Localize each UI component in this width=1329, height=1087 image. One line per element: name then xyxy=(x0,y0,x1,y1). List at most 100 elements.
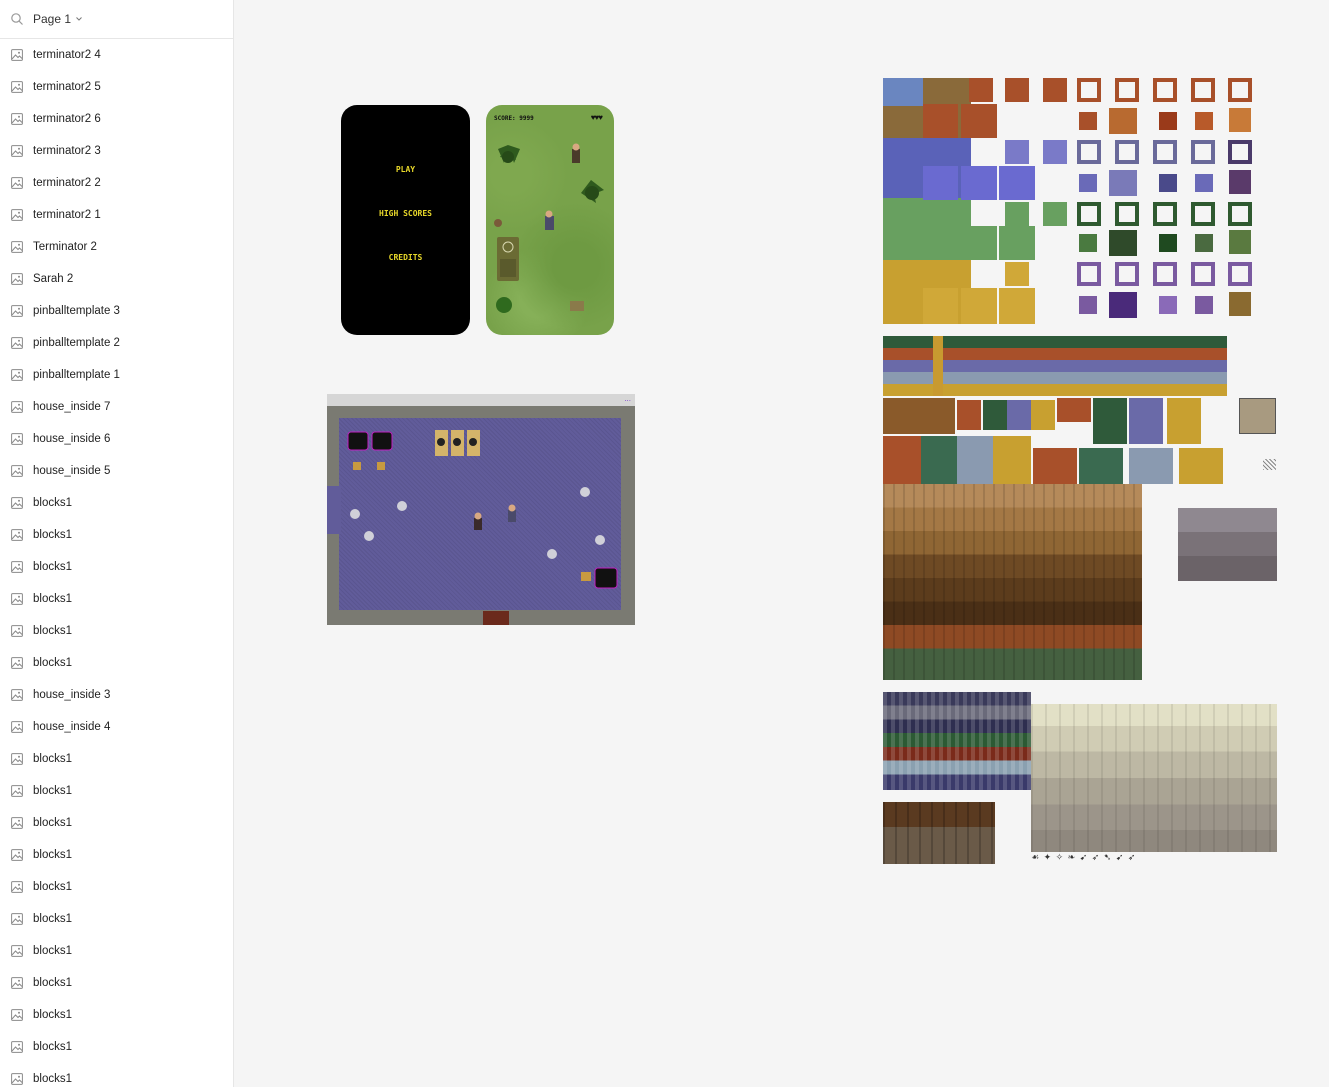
layer-name: blocks1 xyxy=(33,1073,72,1085)
image-layer-icon xyxy=(11,1073,23,1085)
layer-item[interactable]: pinballtemplate 1 xyxy=(0,359,233,391)
layer-item[interactable]: blocks1 xyxy=(0,775,233,807)
layer-item[interactable]: blocks1 xyxy=(0,935,233,967)
tileset-wood-floors[interactable] xyxy=(883,484,1142,680)
layer-name: terminator2 2 xyxy=(33,177,101,189)
layer-item[interactable]: blocks1 xyxy=(0,839,233,871)
menu-screen-frame[interactable]: PLAY HIGH SCORES CREDITS xyxy=(341,105,470,335)
image-layer-icon xyxy=(11,913,23,925)
layer-item[interactable]: pinballtemplate 2 xyxy=(0,327,233,359)
layer-item[interactable]: house_inside 7 xyxy=(0,391,233,423)
image-layer-icon xyxy=(11,433,23,445)
layer-item[interactable]: blocks1 xyxy=(0,967,233,999)
image-layer-icon xyxy=(11,977,23,989)
image-layer-icon xyxy=(11,49,23,61)
layer-item[interactable]: terminator2 2 xyxy=(0,167,233,199)
tileset-frames-grid[interactable] xyxy=(883,78,1253,324)
player-sprite xyxy=(474,504,516,530)
layer-item[interactable]: terminator2 3 xyxy=(0,135,233,167)
image-layer-icon xyxy=(11,785,23,797)
image-layer-icon xyxy=(11,561,23,573)
more-options-icon[interactable]: ... xyxy=(624,394,631,403)
tileset-beige-stone[interactable] xyxy=(1031,704,1277,852)
image-layer-icon xyxy=(11,241,23,253)
image-layer-icon xyxy=(11,81,23,93)
layer-item[interactable]: Sarah 2 xyxy=(0,263,233,295)
tileset-patterned-floors[interactable] xyxy=(883,692,1031,790)
image-layer-icon xyxy=(11,305,23,317)
layer-name: blocks1 xyxy=(33,1009,72,1021)
layer-name: blocks1 xyxy=(33,753,72,765)
layer-item[interactable]: blocks1 xyxy=(0,807,233,839)
image-layer-icon xyxy=(11,657,23,669)
layer-item[interactable]: terminator2 1 xyxy=(0,199,233,231)
layer-name: terminator2 1 xyxy=(33,209,101,221)
tileset-corner[interactable] xyxy=(1239,398,1276,434)
layers-panel: Page 1 terminator2 4 terminator2 5 termina… xyxy=(0,0,234,1087)
image-layer-icon xyxy=(11,1041,23,1053)
image-layer-icon xyxy=(11,721,23,733)
layer-item[interactable]: blocks1 xyxy=(0,1063,233,1087)
layer-name: house_inside 5 xyxy=(33,465,111,477)
layer-item[interactable]: blocks1 xyxy=(0,743,233,775)
bush-icon xyxy=(496,297,512,313)
layer-item[interactable]: blocks1 xyxy=(0,647,233,679)
layer-name: blocks1 xyxy=(33,625,72,637)
game-sprites xyxy=(494,143,604,313)
layer-item[interactable]: house_inside 5 xyxy=(0,455,233,487)
jeep-sprite xyxy=(497,237,519,281)
image-layer-icon xyxy=(11,945,23,957)
layer-name: pinballtemplate 3 xyxy=(33,305,120,317)
layer-item[interactable]: blocks1 xyxy=(0,615,233,647)
layer-item[interactable]: house_inside 4 xyxy=(0,711,233,743)
layer-item[interactable]: blocks1 xyxy=(0,551,233,583)
arcade-cabinet-icon xyxy=(347,431,393,470)
layer-item[interactable]: blocks1 xyxy=(0,487,233,519)
chevron-down-icon[interactable] xyxy=(75,15,83,23)
layer-item[interactable]: Terminator 2 xyxy=(0,231,233,263)
layer-item[interactable]: blocks1 xyxy=(0,871,233,903)
layer-item[interactable]: terminator2 5 xyxy=(0,71,233,103)
machine-row-icon xyxy=(435,430,480,456)
tileset-mini[interactable] xyxy=(1263,459,1276,470)
search-icon[interactable] xyxy=(10,12,24,26)
arcade-cabinet-icon xyxy=(581,567,618,589)
image-layer-icon xyxy=(11,401,23,413)
tileset-rugs[interactable] xyxy=(883,336,1227,484)
image-layer-icon xyxy=(11,817,23,829)
layer-name: terminator2 5 xyxy=(33,81,101,93)
layer-name: terminator2 6 xyxy=(33,113,101,125)
page-name[interactable]: Page 1 xyxy=(33,12,71,26)
layer-item[interactable]: terminator2 4 xyxy=(0,39,233,71)
tileset-earth[interactable] xyxy=(883,802,995,864)
image-layer-icon xyxy=(11,113,23,125)
layer-name: blocks1 xyxy=(33,593,72,605)
image-layer-icon xyxy=(11,209,23,221)
page-selector[interactable]: Page 1 xyxy=(0,0,233,39)
layer-item[interactable]: blocks1 xyxy=(0,1031,233,1063)
layer-item[interactable]: blocks1 xyxy=(0,519,233,551)
tileset-stone-floors[interactable] xyxy=(1178,508,1277,581)
menu-item-high-scores: HIGH SCORES xyxy=(379,209,432,218)
image-layer-icon xyxy=(11,1009,23,1021)
layer-item[interactable]: pinballtemplate 3 xyxy=(0,295,233,327)
layer-item[interactable]: terminator2 6 xyxy=(0,103,233,135)
image-layer-icon xyxy=(11,369,23,381)
layer-item[interactable]: blocks1 xyxy=(0,903,233,935)
layer-name: blocks1 xyxy=(33,529,72,541)
soldier-sprite xyxy=(572,143,580,163)
layer-item[interactable]: blocks1 xyxy=(0,583,233,615)
house-interior-frame[interactable]: ... xyxy=(327,394,635,625)
menu-item-play: PLAY xyxy=(395,165,416,174)
layer-item[interactable]: house_inside 3 xyxy=(0,679,233,711)
layer-name: blocks1 xyxy=(33,561,72,573)
image-layer-icon xyxy=(11,529,23,541)
layer-name: blocks1 xyxy=(33,881,72,893)
tileset-small-sprites[interactable]: ☙ ✦ ✧ ❧ ➹ ➶ ➷ ➹ ➶ xyxy=(1031,852,1181,864)
layer-item[interactable]: blocks1 xyxy=(0,999,233,1031)
layer-item[interactable]: house_inside 6 xyxy=(0,423,233,455)
image-layer-icon xyxy=(11,881,23,893)
design-canvas[interactable]: PLAY HIGH SCORES CREDITS SCORE: 9999 ♥♥♥ xyxy=(234,0,1329,1087)
gameplay-screen-frame[interactable]: SCORE: 9999 ♥♥♥ xyxy=(486,105,614,335)
palm-tree-icon xyxy=(581,180,604,203)
